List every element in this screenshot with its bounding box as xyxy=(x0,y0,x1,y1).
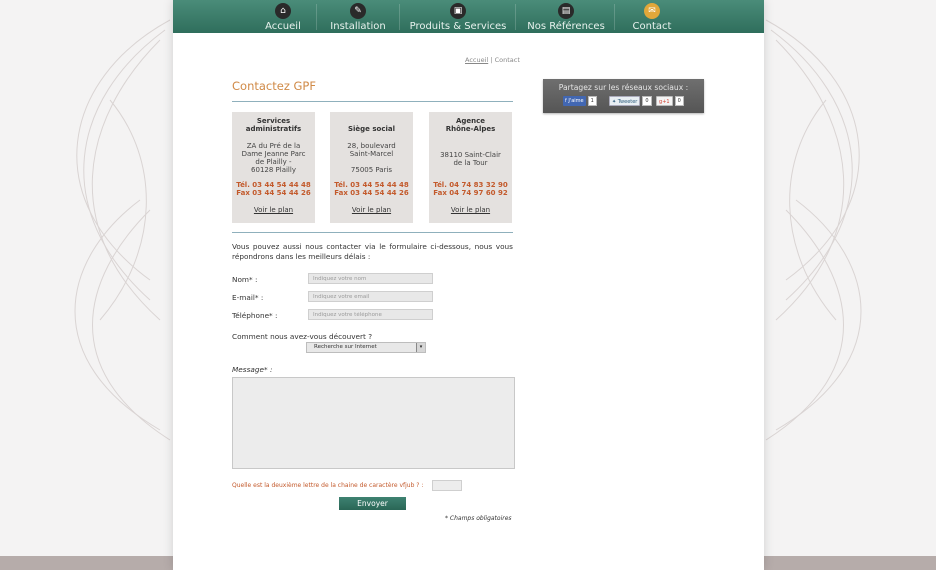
email-label: E-mail* : xyxy=(232,293,264,302)
message-textarea[interactable] xyxy=(232,377,515,469)
nav-label: Contact xyxy=(632,21,672,32)
tweet-button[interactable]: ✦ Tweeter xyxy=(609,96,641,106)
card-phone: Tél. 03 44 54 44 48 Fax 03 44 54 44 26 xyxy=(334,181,409,197)
nav-label: Produits & Services xyxy=(409,21,507,32)
required-fields-note: * Champs obligatoires xyxy=(445,515,512,522)
card-phone: Tél. 04 74 83 32 90 Fax 04 74 97 60 92 xyxy=(433,181,508,197)
background-swirl-left xyxy=(74,19,171,441)
captcha-input[interactable] xyxy=(432,480,462,491)
home-icon: ⌂ xyxy=(275,3,291,19)
phone-input[interactable] xyxy=(308,309,433,320)
view-map-link[interactable]: Voir le plan xyxy=(330,206,413,214)
title-divider xyxy=(232,101,513,102)
wrench-icon: ✎ xyxy=(350,3,366,19)
document-icon: ▤ xyxy=(558,3,574,19)
card-phone: Tél. 03 44 54 44 48 Fax 03 44 54 44 26 xyxy=(236,181,311,197)
name-label: Nom* : xyxy=(232,275,258,284)
share-title: Partagez sur les réseaux sociaux : xyxy=(558,83,689,92)
card-address: ZA du Pré de la Dame Jeanne Parc de Plai… xyxy=(241,142,306,174)
social-share-box: Partagez sur les réseaux sociaux : f J'a… xyxy=(543,79,704,113)
nav-item-installation[interactable]: ✎ Installation xyxy=(326,0,390,33)
email-input[interactable] xyxy=(308,291,433,302)
chevron-down-icon: ▾ xyxy=(416,343,425,352)
view-map-link[interactable]: Voir le plan xyxy=(232,206,315,214)
nav-label: Installation xyxy=(330,21,386,32)
card-address: 38110 Saint-Clair de la Tour xyxy=(440,151,501,167)
nav-item-produits-services[interactable]: ▣ Produits & Services xyxy=(409,0,507,33)
breadcrumb-current: Contact xyxy=(494,56,520,64)
mail-icon: ✉ xyxy=(644,3,660,19)
source-select[interactable]: Recherche sur Internet ▾ xyxy=(306,342,426,353)
source-label: Comment nous avez-vous découvert ? xyxy=(232,332,373,341)
contact-card-admin: Services administratifs ZA du Pré de la … xyxy=(232,112,315,223)
gplus-button[interactable]: g+1 xyxy=(656,96,673,106)
briefcase-icon: ▣ xyxy=(450,3,466,19)
nav-divider xyxy=(316,4,317,30)
contact-card-rhone-alpes: Agence Rhône-Alpes 38110 Saint-Clair de … xyxy=(429,112,512,223)
nav-item-accueil[interactable]: ⌂ Accueil xyxy=(255,0,311,33)
nav-divider xyxy=(515,4,516,30)
name-input[interactable] xyxy=(308,273,433,284)
breadcrumb-separator: | xyxy=(490,56,493,64)
facebook-icon: f xyxy=(565,98,567,104)
nav-label: Nos Références xyxy=(527,21,605,32)
main-nav: ⌂ Accueil ✎ Installation ▣ Produits & Se… xyxy=(173,0,764,33)
facebook-like-widget: f J'aime 1 xyxy=(563,96,597,106)
twitter-widget: ✦ Tweeter 0 xyxy=(609,96,652,106)
twitter-count: 0 xyxy=(642,96,652,106)
captcha-question: Quelle est la deuxième lettre de la chai… xyxy=(232,482,424,489)
breadcrumb: Accueil | Contact xyxy=(465,56,520,64)
contact-card-siege: Siège social 28, boulevard Saint-Marcel … xyxy=(330,112,413,223)
facebook-count: 1 xyxy=(587,96,597,106)
cards-divider xyxy=(232,232,513,233)
gplus-widget: g+1 0 xyxy=(656,96,684,106)
submit-button[interactable]: Envoyer xyxy=(339,497,406,510)
source-selected-value: Recherche sur Internet xyxy=(314,344,377,350)
page-container: ⌂ Accueil ✎ Installation ▣ Produits & Se… xyxy=(173,0,764,570)
gplus-count: 0 xyxy=(674,96,684,106)
view-map-link[interactable]: Voir le plan xyxy=(429,206,512,214)
message-label: Message* : xyxy=(232,365,273,374)
card-title: Siège social xyxy=(347,125,396,133)
breadcrumb-home-link[interactable]: Accueil xyxy=(465,56,488,64)
card-address: 28, boulevard Saint-Marcel 75005 Paris xyxy=(347,142,396,174)
nav-label: Accueil xyxy=(265,21,301,32)
form-intro-text: Vous pouvez aussi nous contacter via le … xyxy=(232,242,513,261)
phone-label: Téléphone* : xyxy=(232,311,278,320)
twitter-icon: ✦ xyxy=(612,99,617,105)
nav-divider xyxy=(614,4,615,30)
facebook-like-button[interactable]: f J'aime xyxy=(563,96,586,106)
nav-item-contact[interactable]: ✉ Contact xyxy=(626,0,678,33)
card-title: Agence Rhône-Alpes xyxy=(445,117,496,133)
card-title: Services administratifs xyxy=(245,117,302,133)
nav-item-references[interactable]: ▤ Nos Références xyxy=(527,0,605,33)
nav-divider xyxy=(399,4,400,30)
page-title: Contactez GPF xyxy=(232,79,316,93)
background-swirl-right xyxy=(765,19,862,441)
